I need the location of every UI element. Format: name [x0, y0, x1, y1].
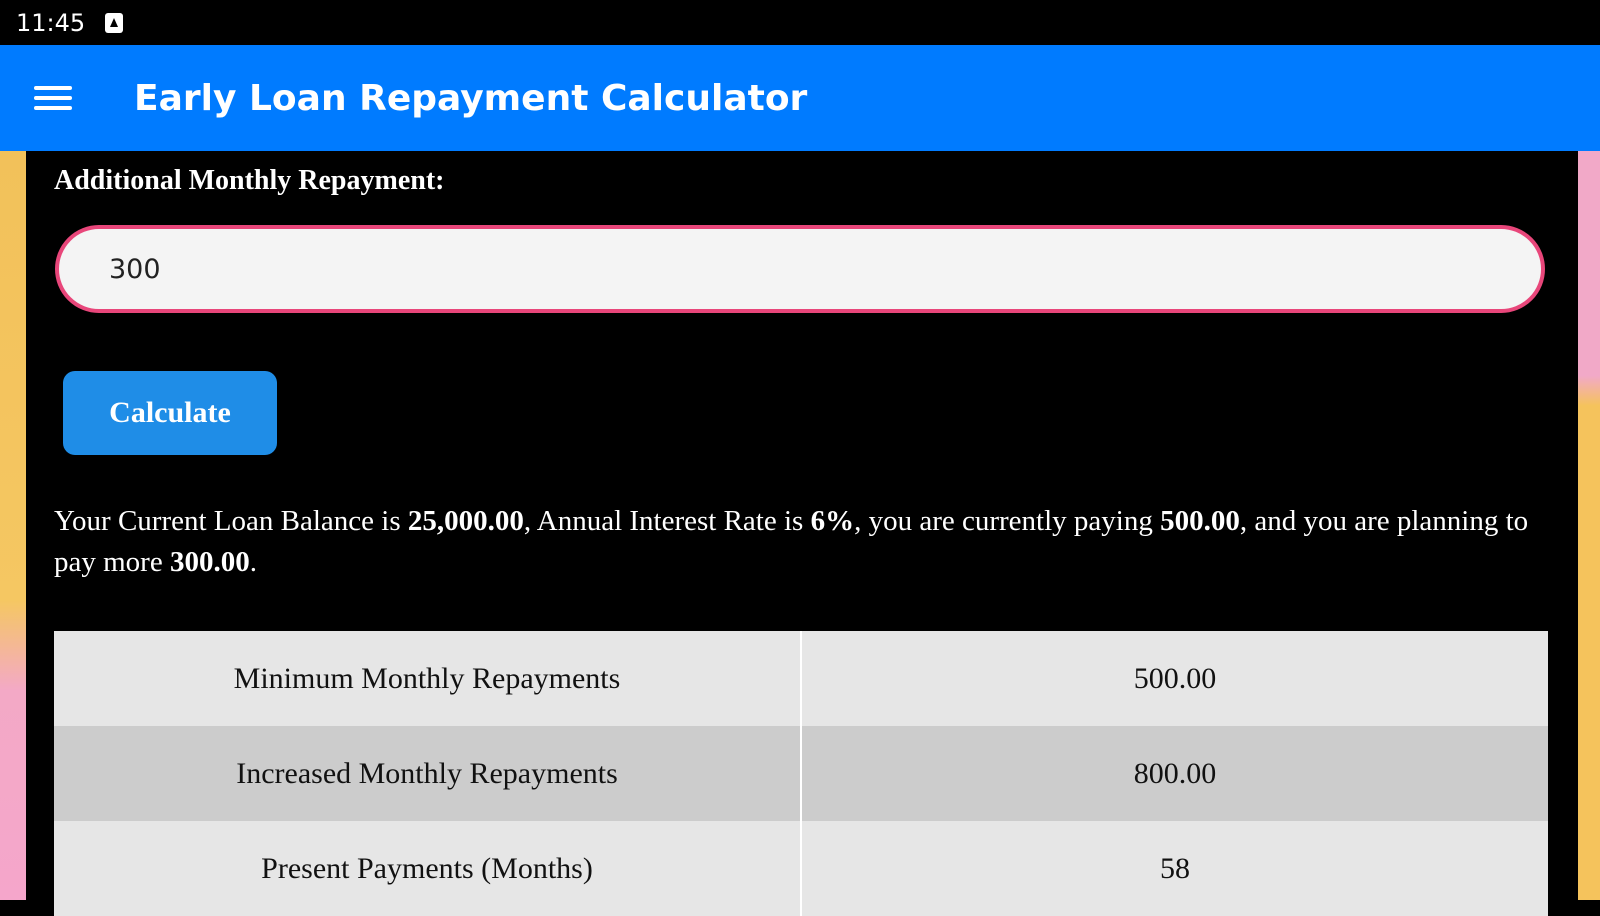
row-value: 800.00 [801, 726, 1548, 821]
table-row: Present Payments (Months) 58 [54, 821, 1548, 916]
row-label: Minimum Monthly Repayments [54, 631, 802, 726]
results-table: Minimum Monthly Repayments 500.00 Increa… [54, 631, 1548, 916]
main-content: Additional Monthly Repayment: Calculate … [26, 151, 1578, 916]
summary-rate: 6% [810, 505, 855, 537]
page-title: Early Loan Repayment Calculator [134, 77, 808, 119]
summary-current-payment: 500.00 [1160, 505, 1240, 537]
summary-text-1: Your Current Loan Balance is [54, 505, 408, 537]
row-value: 58 [801, 821, 1548, 916]
row-label: Present Payments (Months) [54, 821, 802, 916]
row-value: 500.00 [801, 631, 1548, 726]
decorative-left-border [0, 151, 26, 900]
row-label: Increased Monthly Repayments [54, 726, 802, 821]
status-bar: 11:45 [0, 0, 1600, 45]
decorative-right-border [1578, 151, 1600, 900]
summary-balance: 25,000.00 [407, 505, 524, 537]
notification-icon [105, 12, 124, 33]
loan-summary-text: Your Current Loan Balance is 25,000.00, … [54, 501, 1554, 583]
summary-extra-payment: 300.00 [169, 546, 250, 578]
calculate-button[interactable]: Calculate [63, 371, 277, 455]
additional-repayment-input[interactable] [55, 225, 1545, 313]
additional-repayment-label: Additional Monthly Repayment: [54, 165, 445, 196]
table-row: Increased Monthly Repayments 800.00 [54, 726, 1548, 821]
summary-text-5: . [249, 546, 257, 578]
hamburger-menu-icon[interactable] [34, 84, 72, 112]
app-bar: Early Loan Repayment Calculator [0, 45, 1600, 151]
summary-text-2: , Annual Interest Rate is [523, 505, 811, 537]
summary-text-3: , you are currently paying [854, 505, 1161, 537]
table-row: Minimum Monthly Repayments 500.00 [54, 631, 1548, 726]
status-time: 11:45 [16, 8, 86, 37]
